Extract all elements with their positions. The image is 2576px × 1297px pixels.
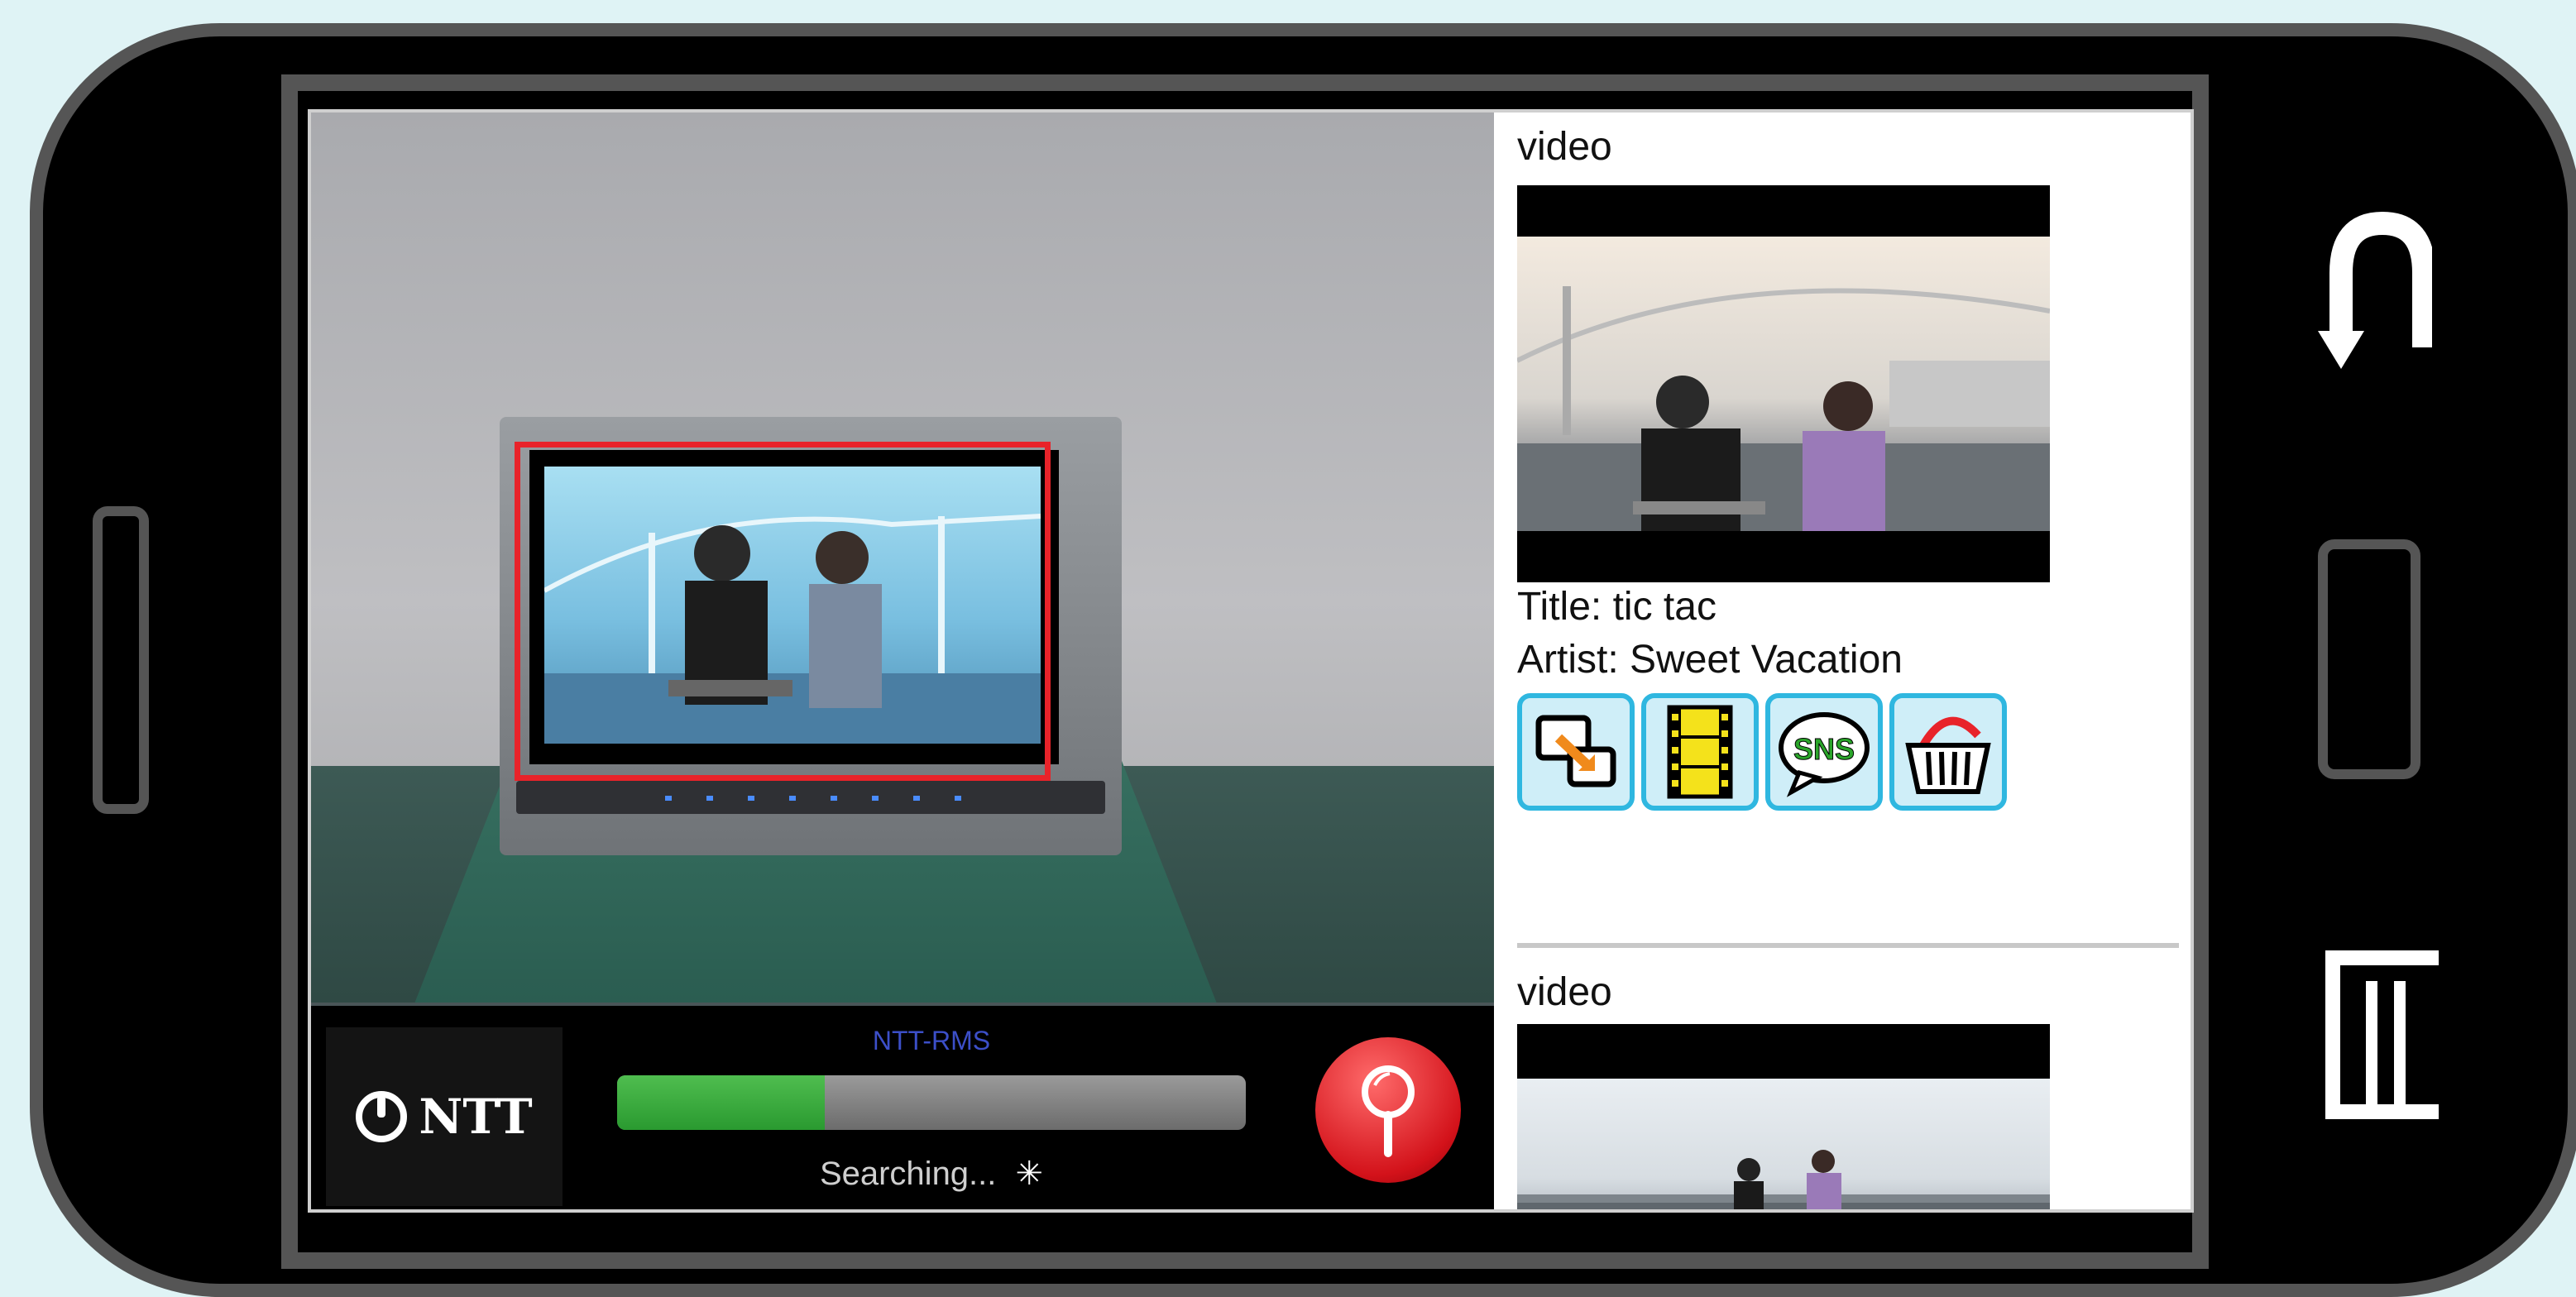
shop-button[interactable] bbox=[1889, 693, 2007, 811]
shopping-basket-icon bbox=[1905, 716, 1991, 794]
camera-view[interactable] bbox=[311, 112, 1494, 1003]
tablet-led bbox=[665, 796, 672, 801]
search-progress-fill bbox=[617, 1075, 825, 1130]
result-video-frame bbox=[1517, 237, 2050, 531]
search-button[interactable] bbox=[1315, 1037, 1461, 1183]
result-type-label: video bbox=[1517, 970, 1612, 1014]
back-icon[interactable] bbox=[2316, 207, 2432, 372]
tablet-led bbox=[913, 796, 920, 801]
result-video-scene bbox=[1517, 1150, 2050, 1209]
result-video-scene bbox=[1517, 286, 2050, 531]
result-artist: Artist: Sweet Vacation bbox=[1517, 638, 1903, 682]
magnifier-icon bbox=[1362, 1065, 1415, 1157]
result-video-thumbnail[interactable] bbox=[1517, 185, 2050, 582]
share-screen-button[interactable] bbox=[1517, 693, 1635, 811]
sns-share-button[interactable]: SNS bbox=[1765, 693, 1883, 811]
result-title: Title: tic tac bbox=[1517, 585, 1717, 629]
result-video-frame bbox=[1517, 1079, 2050, 1209]
result-type-label: video bbox=[1517, 125, 1612, 169]
service-name: NTT-RMS bbox=[872, 1026, 991, 1055]
video-play-button[interactable] bbox=[1641, 693, 1759, 811]
tablet-led bbox=[955, 796, 961, 801]
recognition-target-box bbox=[515, 442, 1051, 781]
menu-icon[interactable] bbox=[2323, 948, 2439, 1122]
captured-tablet-base bbox=[516, 781, 1105, 814]
ntt-logo-text: NTT bbox=[419, 1089, 533, 1145]
result-video-thumbnail[interactable] bbox=[1517, 1024, 2050, 1209]
share-screen-icon bbox=[1535, 715, 1616, 787]
results-panel[interactable]: video Title: tic tac Artist: Sweet Vacat… bbox=[1494, 112, 2191, 1209]
svg-text:SNS: SNS bbox=[1793, 732, 1855, 766]
tablet-led bbox=[748, 796, 754, 801]
tablet-led bbox=[831, 796, 837, 801]
film-icon bbox=[1667, 705, 1733, 799]
search-progress-bar bbox=[617, 1075, 1246, 1130]
ntt-logo: NTT bbox=[326, 1027, 563, 1206]
bottom-status-bar: NTT NTT-RMS Searching... ✳ bbox=[311, 1003, 1494, 1209]
result-divider bbox=[1517, 943, 2179, 948]
app-screen: NTT NTT-RMS Searching... ✳ video Title: … bbox=[308, 109, 2194, 1213]
result-actions: SNS bbox=[1517, 693, 2013, 811]
sns-icon: SNS bbox=[1779, 712, 1870, 797]
search-status-text: Searching... bbox=[819, 1156, 997, 1192]
ntt-logo-mark-icon bbox=[356, 1091, 408, 1142]
tablet-led bbox=[706, 796, 713, 801]
phone-side-slot bbox=[93, 506, 149, 814]
tablet-led bbox=[789, 796, 796, 801]
home-icon[interactable] bbox=[2318, 539, 2420, 779]
loading-spinner-icon: ✳ bbox=[1015, 1156, 1044, 1192]
tablet-led bbox=[872, 796, 879, 801]
search-status: Searching... ✳ bbox=[617, 1155, 1246, 1193]
